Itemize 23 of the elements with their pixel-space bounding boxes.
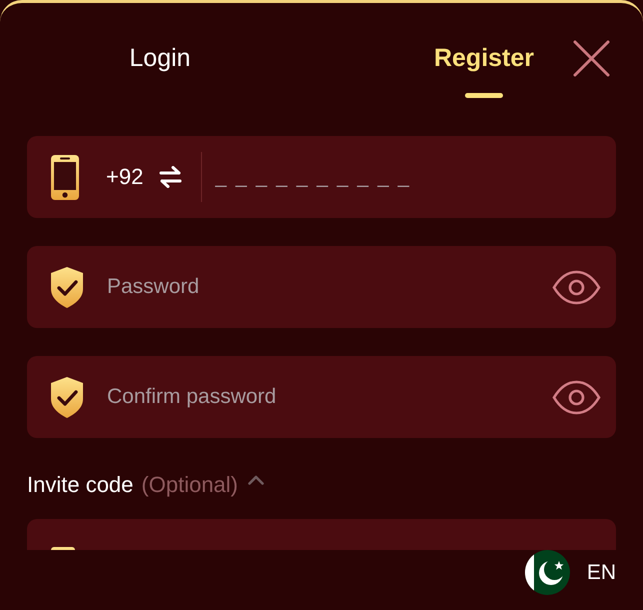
eye-icon — [552, 380, 601, 414]
phone-field[interactable]: +92 _ _ _ _ _ _ _ _ _ _ — [27, 136, 616, 218]
swap-arrows-icon[interactable] — [159, 166, 182, 188]
password-input[interactable]: Password — [107, 267, 552, 307]
tab[interactable]: Register — [419, 3, 549, 98]
invite-code-label: Invite code — [27, 472, 134, 497]
show-password-button[interactable] — [552, 270, 601, 304]
close-button[interactable] — [573, 40, 610, 77]
caret-icon[interactable] — [248, 474, 264, 484]
shield-check-icon — [51, 376, 83, 418]
eye-icon — [552, 270, 601, 304]
phone-icon — [51, 154, 79, 200]
shield-check-icon — [51, 266, 83, 308]
optional-hint: (Optional) — [141, 472, 238, 497]
language-selector[interactable]: EN — [524, 550, 616, 595]
password-field[interactable]: Password — [27, 246, 616, 328]
tab[interactable]: Login — [95, 3, 225, 98]
phone-number-input[interactable]: _ _ _ _ _ _ _ _ _ _ — [215, 157, 601, 197]
password-field[interactable]: Confirm password — [27, 356, 616, 438]
country-code-selector[interactable]: +92 — [106, 164, 144, 190]
show-password-button[interactable] — [552, 380, 601, 414]
pakistan-flag-icon — [524, 550, 570, 595]
password-input[interactable]: Confirm password — [107, 377, 552, 417]
